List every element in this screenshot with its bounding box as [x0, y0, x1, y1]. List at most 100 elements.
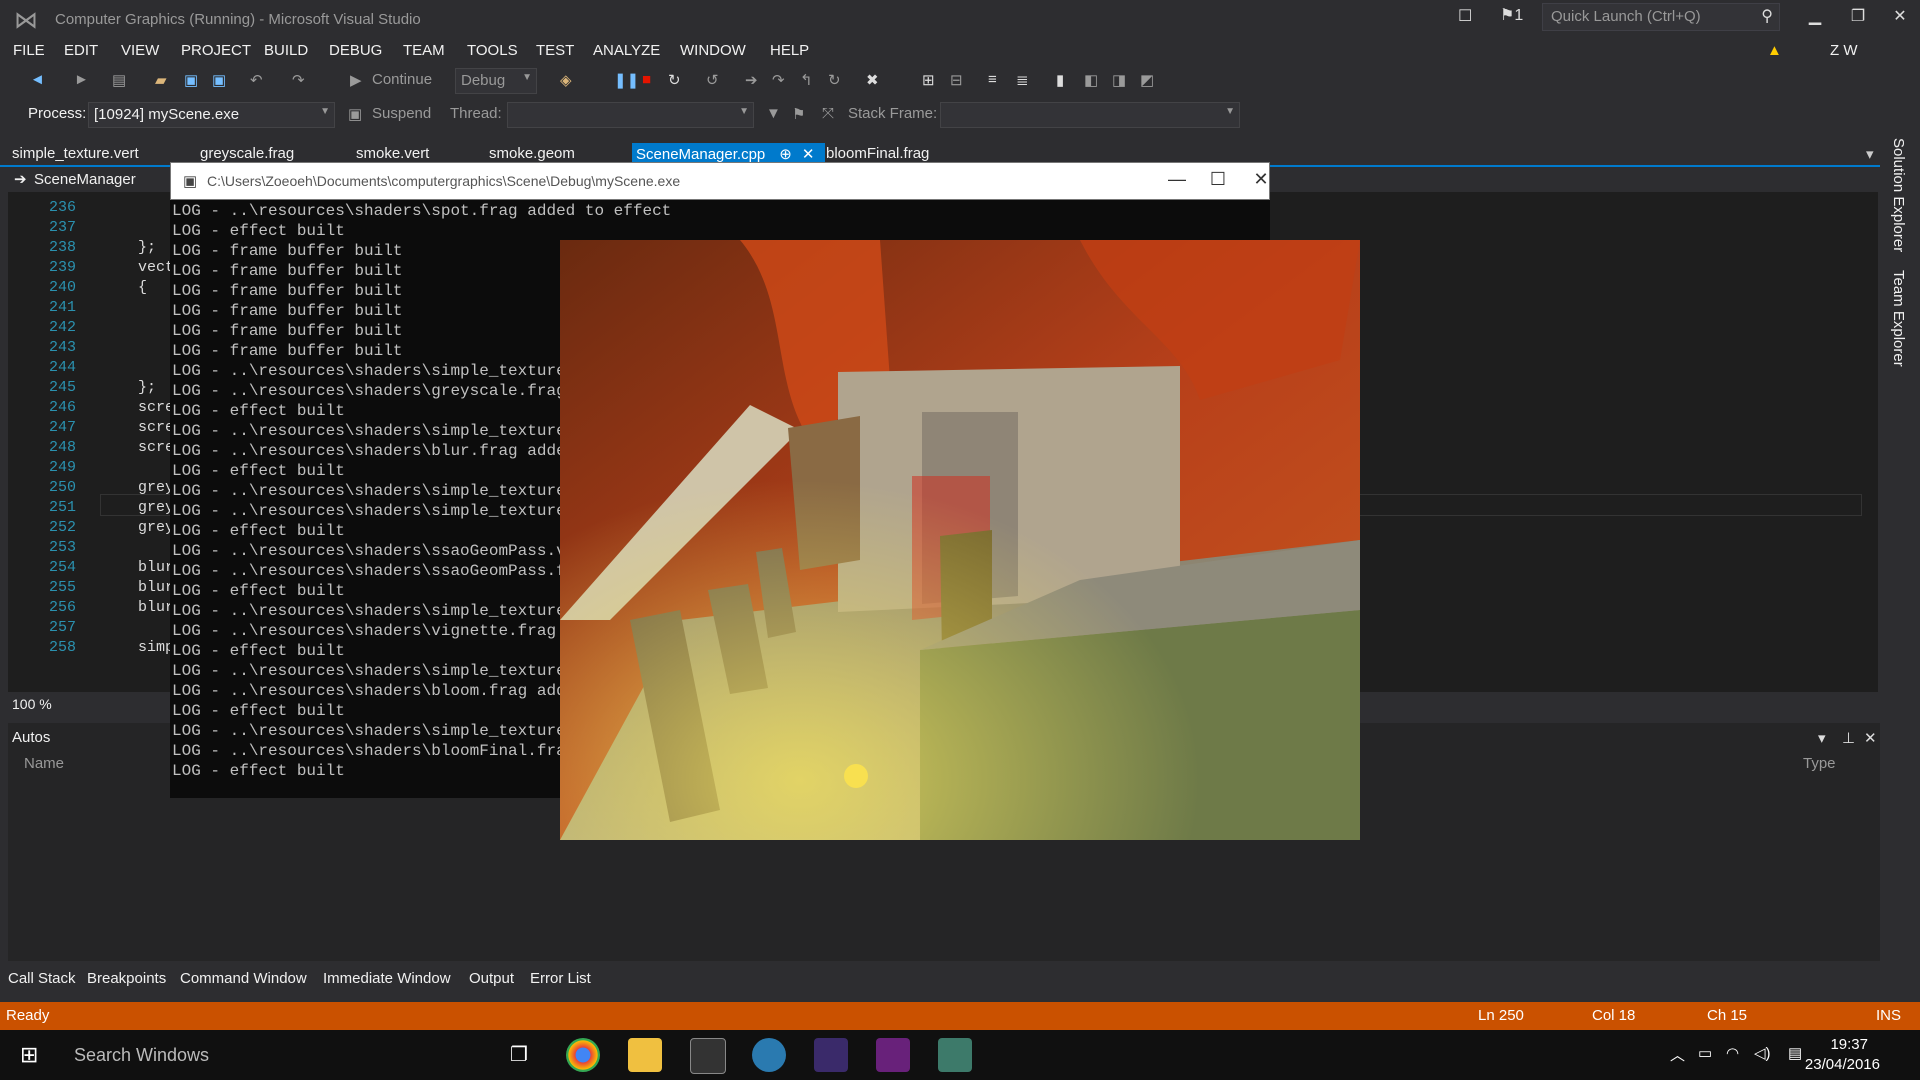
suspend-icon[interactable]: ▣ — [348, 105, 362, 123]
panel-dropdown-icon[interactable]: ▾ — [1818, 729, 1826, 747]
console-minimize-button[interactable]: — — [1157, 169, 1197, 190]
tray-chevron-icon[interactable]: ︿ — [1670, 1044, 1685, 1065]
menu-analyze[interactable]: ANALYZE — [593, 42, 660, 59]
minimize-button[interactable]: ▁ — [1795, 4, 1835, 30]
diagnostic-icon[interactable]: ✖ — [866, 71, 879, 89]
show-next-statement-icon[interactable]: ↺ — [706, 71, 719, 89]
menu-edit[interactable]: EDIT — [64, 42, 98, 59]
tab-breakpoints[interactable]: Breakpoints — [87, 970, 166, 987]
config-select[interactable]: Debug ▼ — [455, 68, 537, 94]
tab-smoke-geom[interactable]: smoke.geom — [485, 145, 579, 162]
forward-icon[interactable]: ► — [74, 71, 89, 88]
menu-debug[interactable]: DEBUG — [329, 42, 382, 59]
tab-output[interactable]: Output — [469, 970, 514, 987]
next-bookmark-icon[interactable]: ◨ — [1112, 71, 1126, 89]
clock-date[interactable]: 23/04/2016 — [1805, 1056, 1880, 1073]
visual-studio-taskbar-icon[interactable] — [876, 1038, 910, 1072]
continue-button[interactable]: Continue — [372, 71, 432, 88]
menu-team[interactable]: TEAM — [403, 42, 445, 59]
console-close-button[interactable]: ✕ — [1241, 169, 1281, 190]
console-maximize-button[interactable]: ☐ — [1198, 169, 1238, 190]
pin-panel-icon[interactable]: ⊥ — [1842, 729, 1855, 747]
stack-frame-select[interactable]: ▼ — [940, 102, 1240, 128]
indent-icon[interactable]: ≡ — [988, 71, 997, 88]
pin-icon[interactable]: ⊕ — [779, 146, 792, 163]
menu-tools[interactable]: TOOLS — [467, 42, 518, 59]
user-name[interactable]: Z W — [1830, 42, 1858, 59]
thread-icon[interactable]: ⊞ — [922, 71, 935, 89]
start-windows-icon[interactable]: ⊞ — [20, 1042, 38, 1068]
chrome-icon[interactable] — [566, 1038, 600, 1072]
action-center-icon[interactable]: ▤ — [1788, 1044, 1802, 1062]
filter-icon[interactable]: ▼ — [766, 105, 781, 122]
stack-frame-icon[interactable]: ⤧ — [822, 105, 834, 122]
game-app-icon[interactable] — [814, 1038, 848, 1072]
close-button[interactable]: ✕ — [1880, 4, 1920, 30]
menu-build[interactable]: BUILD — [264, 42, 308, 59]
pause-icon[interactable]: ❚❚ — [614, 71, 639, 89]
menu-help[interactable]: HELP — [770, 42, 809, 59]
column-type-header[interactable]: Type — [1803, 755, 1836, 772]
scene-render-window[interactable] — [560, 240, 1360, 840]
solution-explorer-tab[interactable]: Solution Explorer — [1890, 138, 1907, 252]
warning-icon[interactable]: ▲ — [1767, 42, 1782, 59]
step-over-icon[interactable]: ↷ — [772, 71, 785, 89]
clock-time[interactable]: 19:37 — [1830, 1036, 1868, 1053]
menu-file[interactable]: FILE — [13, 42, 45, 59]
attach-icon[interactable]: ◈ — [560, 71, 572, 89]
prev-bookmark-icon[interactable]: ◧ — [1084, 71, 1098, 89]
redo-icon[interactable]: ↷ — [292, 71, 305, 89]
menu-window[interactable]: WINDOW — [680, 42, 746, 59]
quick-launch-input[interactable]: Quick Launch (Ctrl+Q) ⚲ — [1542, 3, 1780, 31]
suspend-button[interactable]: Suspend — [372, 105, 431, 122]
save-icon[interactable]: ▣ — [184, 71, 198, 89]
myscene-taskbar-icon[interactable] — [938, 1038, 972, 1072]
tab-greyscale-frag[interactable]: greyscale.frag — [196, 145, 298, 162]
close-panel-icon[interactable]: ✕ — [1864, 729, 1877, 747]
clear-bookmarks-icon[interactable]: ◩ — [1140, 71, 1154, 89]
team-explorer-tab[interactable]: Team Explorer — [1890, 270, 1907, 367]
thread-select[interactable]: ▼ — [507, 102, 754, 128]
save-all-icon[interactable]: ▣ — [212, 71, 226, 89]
outdent-icon[interactable]: ≣ — [1016, 71, 1029, 89]
tab-command-window[interactable]: Command Window — [180, 970, 307, 987]
step-into-icon[interactable]: ➔ — [745, 71, 758, 89]
file-explorer-icon[interactable] — [628, 1038, 662, 1072]
tab-error-list[interactable]: Error List — [530, 970, 591, 987]
step-out-icon[interactable]: ↰ — [800, 71, 813, 89]
tab-smoke-vert[interactable]: smoke.vert — [352, 145, 433, 162]
menu-view[interactable]: VIEW — [121, 42, 159, 59]
tab-close-icon[interactable]: ✕ — [802, 146, 815, 163]
console-app-icon[interactable] — [690, 1038, 726, 1074]
restart-icon[interactable]: ↻ — [668, 71, 681, 89]
tab-call-stack[interactable]: Call Stack — [8, 970, 76, 987]
task-view-icon[interactable]: ❐ — [510, 1042, 528, 1067]
flag-thread-icon[interactable]: ⚑ — [792, 105, 805, 123]
app-globe-icon[interactable] — [752, 1038, 786, 1072]
open-file-icon[interactable]: ▰ — [155, 71, 167, 89]
restore-button[interactable]: ❐ — [1838, 4, 1878, 30]
stack-icon[interactable]: ⊟ — [950, 71, 963, 89]
volume-icon[interactable]: ◁) — [1754, 1044, 1771, 1062]
continue-play-icon[interactable]: ▶ — [350, 71, 362, 89]
zoom-level[interactable]: 100 % — [12, 696, 52, 712]
restart-frame-icon[interactable]: ↻ — [828, 71, 841, 89]
tab-bloomfinal-frag[interactable]: bloomFinal.frag — [822, 145, 933, 162]
windows-search-box[interactable]: Search Windows — [74, 1045, 209, 1066]
tab-simple-texture-vert[interactable]: simple_texture.vert — [8, 145, 143, 162]
new-project-icon[interactable]: ▤ — [112, 71, 126, 89]
scope-dropdown[interactable]: SceneManager — [34, 171, 136, 188]
bookmark-icon[interactable]: ▮ — [1056, 71, 1064, 89]
tab-immediate-window[interactable]: Immediate Window — [323, 970, 451, 987]
console-title-bar[interactable]: ▣ C:\Users\Zoeoeh\Documents\computergrap… — [170, 162, 1270, 200]
menu-project[interactable]: PROJECT — [181, 42, 251, 59]
menu-test[interactable]: TEST — [536, 42, 574, 59]
back-icon[interactable]: ◄ — [30, 71, 45, 88]
battery-icon[interactable]: ▭ — [1698, 1044, 1712, 1062]
tab-overflow-icon[interactable]: ▾ — [1862, 145, 1878, 163]
feedback-icon[interactable]: ☐ — [1458, 6, 1472, 26]
process-select[interactable]: [10924] myScene.exe ▼ — [88, 102, 335, 128]
wifi-icon[interactable]: ◠ — [1726, 1044, 1739, 1062]
column-name-header[interactable]: Name — [24, 755, 64, 772]
undo-icon[interactable]: ↶ — [250, 71, 263, 89]
